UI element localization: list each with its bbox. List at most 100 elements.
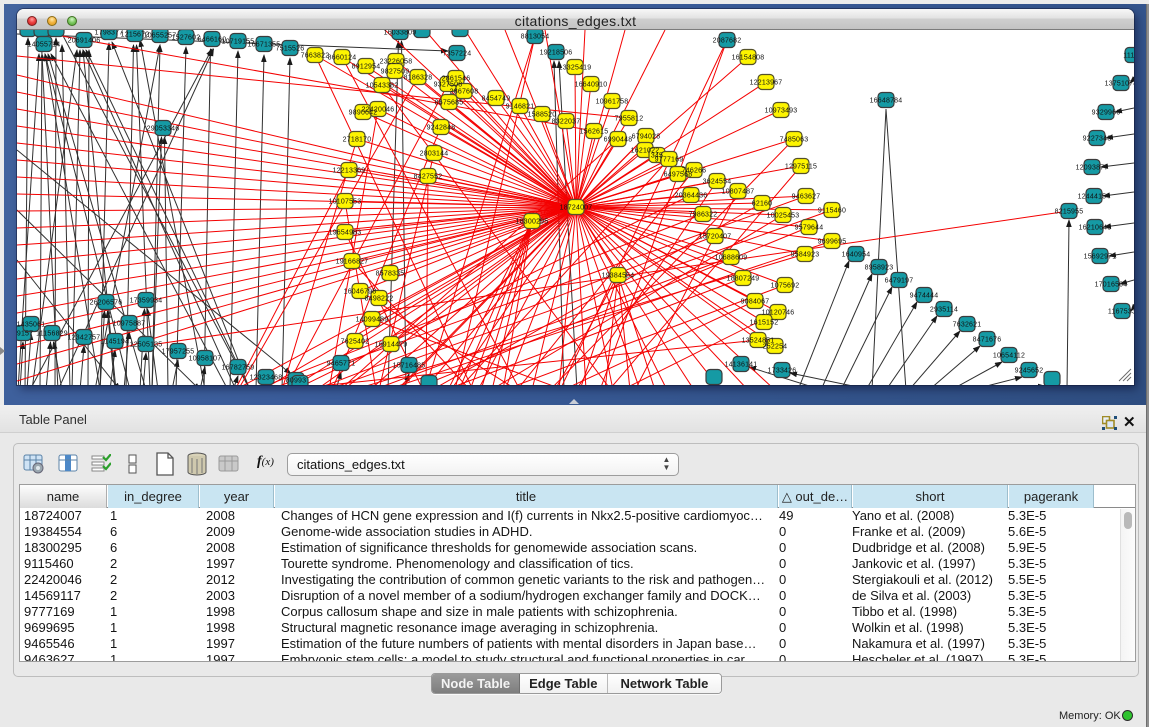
svg-text:10688609: 10688609 [715, 255, 748, 262]
svg-text:16914479: 16914479 [375, 342, 408, 349]
svg-text:62160: 62160 [752, 201, 772, 208]
svg-text:14055714: 14055714 [28, 42, 61, 49]
svg-text:14136141: 14136141 [725, 362, 758, 369]
svg-text:9699695: 9699695 [818, 239, 847, 246]
svg-text:10958107: 10958107 [189, 356, 222, 363]
svg-text:8186328: 8186328 [404, 75, 433, 82]
svg-text:7515526: 7515526 [276, 46, 305, 53]
svg-text:10543382: 10543382 [366, 83, 399, 90]
svg-text:2087682: 2087682 [713, 38, 742, 45]
svg-text:8578335: 8578335 [376, 271, 405, 278]
svg-text:10973493: 10973493 [765, 108, 798, 115]
svg-text:3624554: 3624554 [703, 179, 732, 186]
svg-text:1615152: 1615152 [750, 320, 779, 327]
svg-text:17016504: 17016504 [1095, 282, 1128, 289]
svg-text:19384554: 19384554 [602, 273, 635, 280]
svg-text:9777169: 9777169 [655, 157, 684, 164]
svg-text:1798377: 1798377 [95, 30, 124, 37]
svg-text:8498222: 8498222 [365, 296, 394, 303]
svg-text:20364436: 20364436 [675, 193, 708, 200]
svg-text:19654983: 19654983 [329, 230, 362, 237]
svg-text:8322037: 8322037 [552, 119, 581, 126]
svg-text:2718170: 2718170 [343, 137, 372, 144]
svg-text:19218506: 19218506 [540, 50, 573, 57]
svg-text:16648784: 16648784 [870, 98, 903, 105]
svg-text:1145194: 1145194 [101, 339, 129, 346]
svg-text:17957255: 17957255 [162, 349, 195, 356]
svg-text:9245652: 9245652 [1015, 368, 1044, 375]
svg-text:1588520: 1588520 [528, 112, 557, 119]
svg-text:1733426: 1733426 [768, 368, 797, 375]
svg-text:23226058: 23226058 [380, 59, 413, 66]
svg-text:252254: 252254 [763, 344, 788, 351]
svg-text:8660124: 8660124 [328, 55, 357, 62]
svg-text:2803144: 2803144 [420, 151, 449, 158]
svg-text:39157: 39157 [17, 331, 33, 338]
svg-text:12213967: 12213967 [750, 80, 783, 87]
svg-text:18807249: 18807249 [727, 276, 760, 283]
svg-text:10107553: 10107553 [329, 199, 362, 206]
svg-text:7955812: 7955812 [615, 116, 644, 123]
svg-text:9474444: 9474444 [910, 293, 939, 300]
svg-text:7986322: 7986322 [689, 212, 718, 219]
svg-text:16046798: 16046798 [344, 289, 377, 296]
svg-text:12213369: 12213369 [333, 168, 366, 175]
svg-text:20691406: 20691406 [68, 38, 101, 45]
svg-text:9327508: 9327508 [434, 82, 463, 89]
svg-text:10025453: 10025453 [767, 213, 800, 220]
svg-text:6990448: 6990448 [604, 137, 633, 144]
svg-text:18724007: 18724007 [560, 205, 593, 212]
svg-text:14099489: 14099489 [356, 317, 389, 324]
svg-text:7625402: 7625402 [341, 339, 370, 346]
svg-text:1435061: 1435061 [17, 322, 45, 329]
svg-text:80993: 80993 [286, 378, 306, 385]
svg-text:12505135: 12505135 [130, 342, 163, 349]
svg-text:16782759: 16782759 [222, 365, 255, 372]
svg-text:8427552: 8427552 [414, 174, 443, 181]
svg-text:15692971: 15692971 [1084, 254, 1117, 261]
svg-text:9465771: 9465771 [327, 361, 356, 368]
svg-text:7632621: 7632621 [953, 322, 982, 329]
svg-text:9146821: 9146821 [506, 104, 535, 111]
svg-text:17359934: 17359934 [130, 298, 163, 305]
svg-text:10975887: 10975887 [113, 321, 146, 328]
svg-text:746266: 746266 [682, 168, 707, 175]
svg-text:16640910: 16640910 [575, 82, 608, 89]
svg-text:9115460: 9115460 [818, 208, 846, 215]
svg-text:11123: 11123 [1123, 53, 1134, 60]
svg-text:8471676: 8471676 [973, 337, 1002, 344]
svg-text:1640954: 1640954 [842, 252, 871, 259]
svg-text:8958923: 8958923 [865, 265, 894, 272]
svg-text:1527602: 1527602 [172, 35, 201, 42]
svg-text:7357224: 7357224 [443, 51, 472, 58]
svg-text:9329966: 9329966 [1092, 110, 1121, 117]
svg-text:16210643: 16210643 [1079, 225, 1112, 232]
svg-text:12093877: 12093877 [1076, 165, 1109, 172]
svg-text:10654112: 10654112 [993, 353, 1025, 360]
svg-text:1562615: 1562615 [580, 129, 609, 136]
svg-text:6794028: 6794028 [632, 134, 661, 141]
svg-text:12444154: 12444154 [1078, 194, 1111, 201]
svg-text:18300295: 18300295 [516, 219, 549, 226]
svg-text:16033809: 16033809 [384, 30, 417, 37]
svg-text:1075692: 1075692 [771, 283, 800, 290]
svg-text:2867608: 2867608 [450, 89, 479, 96]
svg-text:9227343: 9227343 [1083, 136, 1112, 143]
svg-text:10961758: 10961758 [596, 99, 629, 106]
svg-text:9084067: 9084067 [741, 299, 770, 306]
svg-text:15716485: 15716485 [393, 363, 426, 370]
svg-text:1167533: 1167533 [1108, 309, 1134, 316]
svg-text:12342757: 12342757 [68, 335, 101, 342]
svg-text:8912954: 8912954 [352, 64, 381, 71]
svg-text:19166827: 19166827 [336, 259, 369, 266]
svg-text:29053346: 29053346 [147, 126, 180, 133]
svg-text:8454749: 8454749 [482, 96, 511, 103]
svg-text:13751074: 13751074 [1105, 81, 1134, 88]
svg-text:6479197: 6479197 [885, 278, 914, 285]
svg-text:26206576: 26206576 [90, 300, 123, 307]
svg-text:10120746: 10120746 [762, 310, 795, 317]
svg-text:9579644: 9579644 [795, 225, 824, 232]
svg-text:8675685: 8675685 [435, 100, 464, 107]
svg-text:2935114: 2935114 [930, 307, 958, 314]
svg-text:13325419: 13325419 [559, 65, 592, 72]
